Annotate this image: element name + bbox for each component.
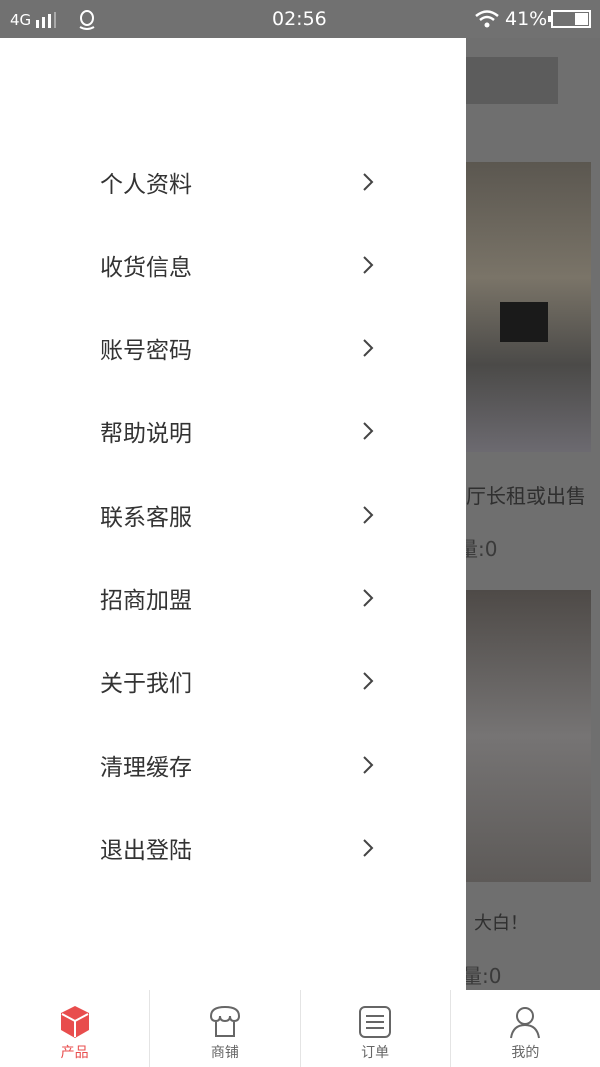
- cube-icon: [60, 1006, 89, 1038]
- menu-item-label: 招商加盟: [100, 588, 192, 614]
- user-icon: [510, 1007, 541, 1039]
- menu-item-label: 清理缓存: [100, 754, 192, 781]
- side-drawer: 个人资料收货信息账号密码帮助说明联系客服招商加盟关于我们清理缓存退出登陆: [0, 38, 466, 990]
- chevron-right-icon: [363, 172, 374, 191]
- chevron-right-icon: [363, 589, 374, 607]
- chevron-right-icon: [363, 505, 374, 524]
- menu-item-label: 账号密码: [100, 338, 192, 365]
- search-bar: [466, 57, 558, 104]
- signal-icon: [36, 12, 56, 28]
- drawer-menu-item[interactable]: 招商加盟: [0, 557, 466, 640]
- chevron-right-icon: [363, 672, 374, 691]
- battery-percent: 41%: [505, 8, 548, 30]
- product-image: [466, 590, 591, 882]
- chevron-right-icon: [363, 839, 374, 857]
- battery-icon: [548, 10, 591, 28]
- tab-label: 商铺: [210, 1045, 239, 1061]
- chevron-right-icon: [363, 755, 374, 774]
- drawer-menu-item[interactable]: 个人资料: [0, 140, 466, 223]
- product-title: 厅长租或出售: [466, 484, 586, 508]
- product-image-detail: [500, 302, 548, 342]
- status-bar: 4G 02:56 41%: [0, 0, 600, 38]
- drawer-menu-item[interactable]: 联系客服: [0, 473, 466, 556]
- chevron-right-icon: [363, 422, 374, 441]
- tab-label: 订单: [361, 1045, 390, 1061]
- tab-label: 产品: [60, 1045, 89, 1061]
- wifi-icon: [475, 10, 499, 28]
- menu-item-label: 关于我们: [100, 671, 192, 698]
- drawer-menu-item[interactable]: 关于我们: [0, 640, 466, 723]
- qq-icon: [79, 10, 95, 30]
- clock: 02:56: [272, 8, 327, 30]
- tab-stores[interactable]: 商铺: [149, 990, 299, 1067]
- order-list-icon: [359, 1006, 392, 1038]
- tab-label: 我的: [511, 1045, 540, 1061]
- drawer-menu-item[interactable]: 退出登陆: [0, 806, 466, 889]
- menu-item-label: 联系客服: [100, 504, 192, 531]
- store-icon: [209, 1005, 240, 1037]
- drawer-menu-item[interactable]: 收货信息: [0, 223, 466, 306]
- chevron-right-icon: [363, 256, 374, 274]
- menu-item-label: 帮助说明: [100, 421, 192, 448]
- product-count: 量:0: [462, 964, 502, 988]
- menu-item-label: 个人资料: [100, 171, 192, 198]
- menu-item-label: 退出登陆: [100, 837, 192, 864]
- tab-mine[interactable]: 我的: [449, 990, 600, 1067]
- chevron-right-icon: [363, 339, 374, 357]
- bottom-nav: 产品 商铺 订单 我的: [0, 990, 600, 1067]
- drawer-menu-item[interactable]: 清理缓存: [0, 723, 466, 806]
- product-title: 大白！: [474, 913, 528, 934]
- tab-orders[interactable]: 订单: [299, 990, 450, 1067]
- menu-item-label: 收货信息: [100, 254, 192, 281]
- drawer-menu-item[interactable]: 账号密码: [0, 307, 466, 390]
- tab-products[interactable]: 产品: [0, 990, 149, 1067]
- network-type: 4G: [10, 11, 32, 29]
- drawer-menu-item[interactable]: 帮助说明: [0, 390, 466, 473]
